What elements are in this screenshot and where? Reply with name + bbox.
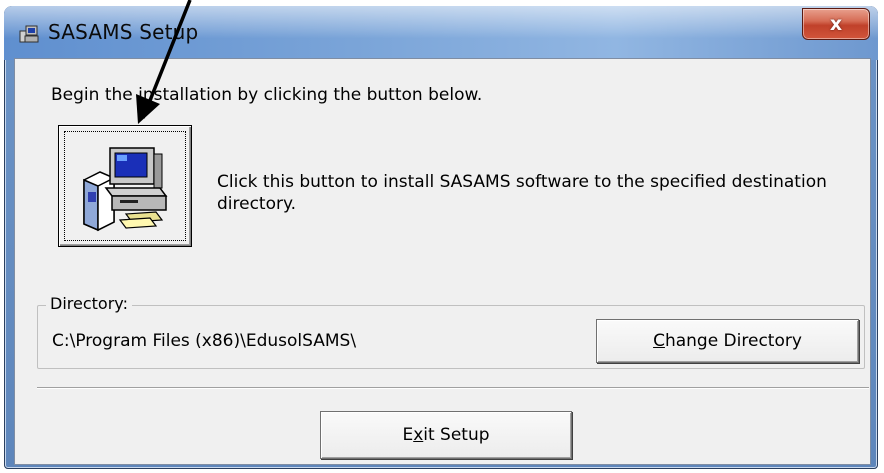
directory-label: Directory: — [46, 294, 132, 313]
intro-text: Begin the installation by clicking the b… — [51, 85, 483, 105]
change-directory-button[interactable]: Change Directory — [596, 319, 859, 363]
separator — [37, 387, 869, 389]
window-title: SASAMS Setup — [48, 20, 199, 44]
close-button[interactable]: x — [802, 8, 870, 40]
directory-path: C:\Program Files (x86)\EdusolSAMS\ — [52, 331, 357, 351]
close-icon: x — [829, 13, 843, 35]
setup-computer-icon — [83, 147, 168, 232]
setup-window: SASAMS Setup x Begin the installation by… — [4, 6, 878, 469]
install-description: Click this button to install SASAMS soft… — [217, 172, 827, 214]
dialog-body: Begin the installation by clicking the b… — [14, 58, 871, 465]
install-button[interactable] — [58, 125, 192, 247]
setup-app-icon — [19, 25, 39, 43]
directory-group: Directory: C:\Program Files (x86)\Edusol… — [37, 294, 865, 369]
title-bar[interactable]: SASAMS Setup x — [4, 6, 878, 60]
exit-setup-button[interactable]: Ex it Setup — [320, 411, 572, 459]
